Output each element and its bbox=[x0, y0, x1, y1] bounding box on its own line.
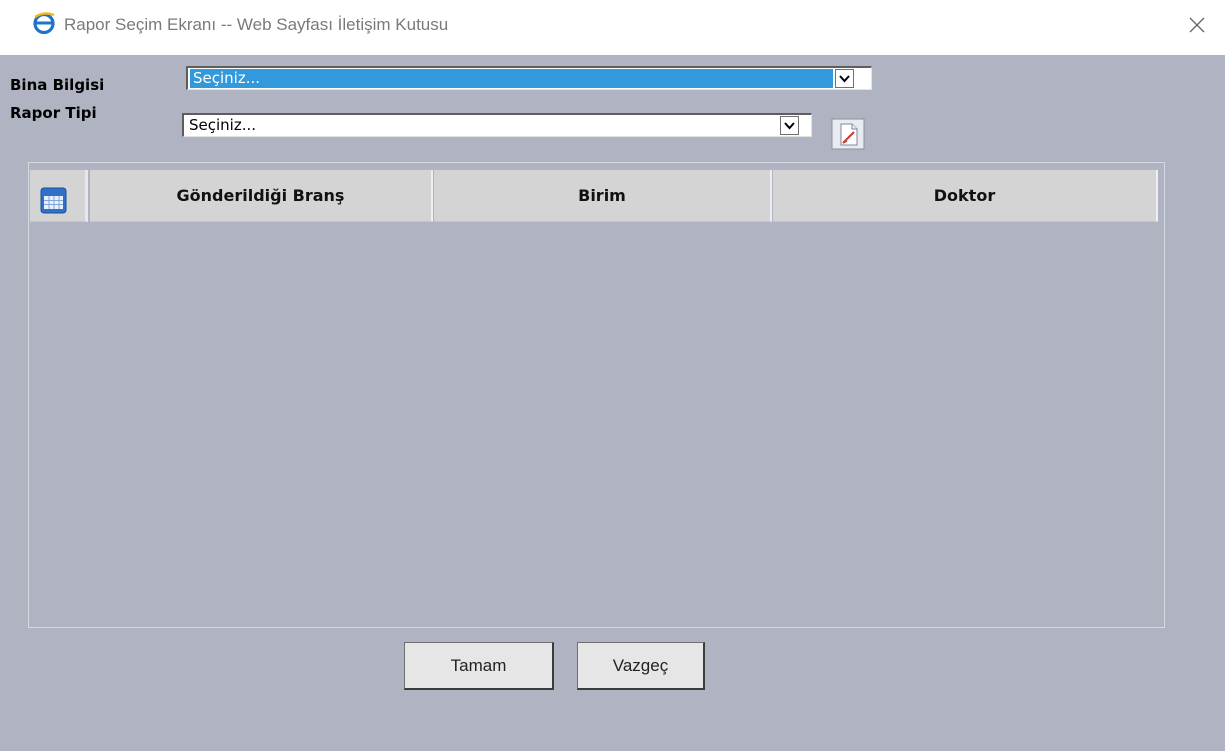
building-select-value: Seçiniz... bbox=[190, 69, 833, 88]
grid-body bbox=[30, 223, 1163, 625]
results-grid: Gönderildiği Branş Birim Doktor bbox=[28, 162, 1165, 628]
grid-select-icon[interactable] bbox=[40, 183, 67, 214]
report-type-label: Rapor Tipi bbox=[10, 104, 97, 122]
column-header-branch[interactable]: Gönderildiği Branş bbox=[90, 170, 433, 222]
report-document-icon[interactable] bbox=[829, 116, 867, 152]
window-title: Rapor Seçim Ekranı -- Web Sayfası İletiş… bbox=[64, 15, 449, 34]
grid-select-cell bbox=[30, 170, 88, 222]
chevron-down-icon[interactable] bbox=[835, 69, 854, 88]
cancel-button[interactable]: Vazgeç bbox=[577, 642, 705, 690]
grid-header: Gönderildiği Branş Birim Doktor bbox=[30, 170, 1163, 223]
report-type-select-value: Seçiniz... bbox=[189, 116, 257, 134]
internet-explorer-icon bbox=[33, 12, 55, 35]
report-type-select[interactable]: Seçiniz... bbox=[182, 113, 812, 137]
ok-button[interactable]: Tamam bbox=[404, 642, 554, 690]
chevron-down-icon[interactable] bbox=[780, 116, 799, 135]
column-header-unit[interactable]: Birim bbox=[434, 170, 772, 222]
column-header-doctor[interactable]: Doktor bbox=[773, 170, 1158, 222]
building-select[interactable]: Seçiniz... bbox=[186, 66, 872, 90]
close-icon[interactable] bbox=[1182, 10, 1212, 40]
building-info-label: Bina Bilgisi bbox=[10, 76, 105, 94]
title-bar: Rapor Seçim Ekranı -- Web Sayfası İletiş… bbox=[0, 0, 1225, 55]
